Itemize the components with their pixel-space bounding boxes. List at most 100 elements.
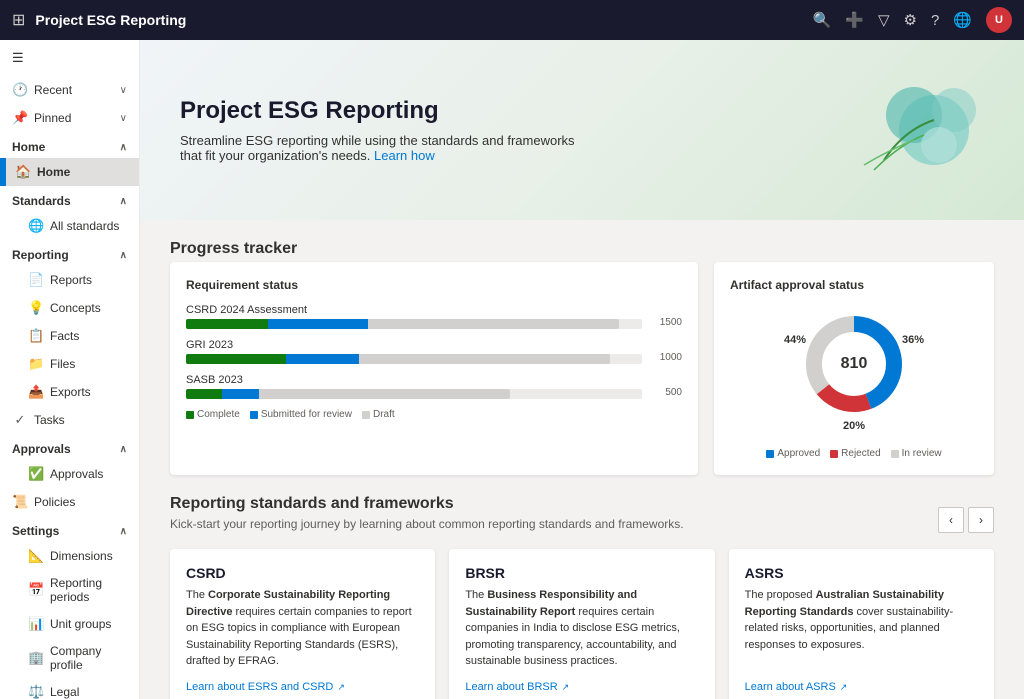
- sidebar-item-pinned[interactable]: 📌 Pinned ∨: [0, 104, 139, 132]
- donut-container: 44% 36% 20% 810: [730, 304, 978, 459]
- sidebar-label-concepts: Concepts: [50, 301, 101, 315]
- sidebar-item-reporting-periods[interactable]: 📅 Reporting periods: [0, 570, 139, 610]
- sidebar-group-reporting[interactable]: Reporting ∧: [0, 240, 139, 266]
- sidebar-item-company-profile[interactable]: 🏢 Company profile: [0, 638, 139, 678]
- next-arrow[interactable]: ›: [968, 507, 994, 533]
- std-card-link-csrd[interactable]: Learn about ESRS and CSRD ↗: [186, 681, 419, 693]
- bar-gri: [186, 354, 642, 364]
- sidebar-label-reporting-periods: Reporting periods: [50, 576, 127, 604]
- chevron-icon: ∧: [120, 196, 127, 207]
- legend-label-submitted: Submitted for review: [261, 409, 352, 420]
- standards-section-title: Reporting standards and frameworks: [170, 495, 684, 513]
- sidebar-label-files: Files: [50, 357, 75, 371]
- tasks-icon: ✓: [12, 412, 28, 428]
- sidebar-item-dimensions[interactable]: 📐 Dimensions: [0, 542, 139, 570]
- sidebar-item-unit-groups[interactable]: 📊 Unit groups: [0, 610, 139, 638]
- donut-center-value: 810: [841, 355, 868, 372]
- sidebar-item-reports[interactable]: 📄 Reports: [0, 266, 139, 294]
- std-card-body-asrs: The proposed Australian Sustainability R…: [745, 587, 978, 671]
- dimensions-icon: 📐: [28, 548, 44, 564]
- bar-count-sasb: 500: [665, 387, 682, 398]
- sidebar-group-settings[interactable]: Settings ∧: [0, 516, 139, 542]
- search-icon[interactable]: 🔍: [813, 11, 832, 29]
- sidebar-item-all-standards[interactable]: 🌐 All standards: [0, 212, 139, 240]
- globe-icon[interactable]: 🌐: [953, 11, 972, 29]
- sidebar-group-home[interactable]: Home ∧: [0, 132, 139, 158]
- pin-icon: 📌: [12, 110, 28, 126]
- files-icon: 📁: [28, 356, 44, 372]
- hamburger-button[interactable]: ☰: [0, 40, 139, 76]
- sidebar-label-tasks: Tasks: [34, 413, 65, 427]
- sidebar-label-legal: Legal: [50, 685, 79, 699]
- legend-label-complete: Complete: [197, 409, 240, 420]
- sidebar-item-facts[interactable]: 📋 Facts: [0, 322, 139, 350]
- app-title: Project ESG Reporting: [35, 12, 802, 28]
- std-card-title-asrs: ASRS: [745, 565, 978, 581]
- topbar-icons: 🔍 ➕ ▽ ⚙ ? 🌐 U: [813, 7, 1012, 33]
- hero-learn-link[interactable]: Learn how: [374, 148, 435, 163]
- bar-count-gri: 1000: [660, 352, 682, 363]
- legend-label-draft: Draft: [373, 409, 395, 420]
- reporting-standards-section: Reporting standards and frameworks Kick-…: [170, 495, 994, 699]
- grid-icon[interactable]: ⊞: [12, 10, 25, 30]
- legend-complete: Complete: [186, 409, 240, 420]
- settings-icon[interactable]: ⚙: [904, 11, 917, 29]
- concepts-icon: 💡: [28, 300, 44, 316]
- unit-groups-icon: 📊: [28, 616, 44, 632]
- std-card-link-brsr[interactable]: Learn about BRSR ↗: [465, 681, 698, 693]
- add-icon[interactable]: ➕: [845, 11, 864, 29]
- sidebar-item-policies[interactable]: 📜 Policies: [0, 488, 139, 516]
- sidebar-item-files[interactable]: 📁 Files: [0, 350, 139, 378]
- help-icon[interactable]: ?: [931, 12, 939, 29]
- std-card-title-brsr: BRSR: [465, 565, 698, 581]
- sidebar-item-concepts[interactable]: 💡 Concepts: [0, 294, 139, 322]
- artifact-approval-card: Artifact approval status 44% 36% 20%: [714, 262, 994, 475]
- main-content: Project ESG Reporting Streamline ESG rep…: [140, 40, 1024, 699]
- group-label-approvals: Approvals: [12, 442, 71, 456]
- std-card-brsr: BRSR The Business Responsibility and Sus…: [449, 549, 714, 699]
- sidebar-group-approvals[interactable]: Approvals ∧: [0, 434, 139, 460]
- bar-submitted-sasb: [222, 389, 258, 399]
- legend-dot-rejected: [830, 450, 838, 458]
- progress-cards: Requirement status CSRD 2024 Assessment: [170, 262, 994, 475]
- external-link-icon: ↗: [562, 682, 570, 693]
- hero-text: Project ESG Reporting Streamline ESG rep…: [180, 97, 580, 163]
- reports-icon: 📄: [28, 272, 44, 288]
- sidebar-item-home[interactable]: 🏠 Home: [0, 158, 139, 186]
- sidebar-label-company-profile: Company profile: [50, 644, 127, 672]
- legend-rejected: Rejected: [830, 448, 880, 459]
- bar-draft-sasb: [259, 389, 510, 399]
- sidebar-item-recent[interactable]: 🕐 Recent ∨: [0, 76, 139, 104]
- sidebar-item-approvals[interactable]: ✅ Approvals: [0, 460, 139, 488]
- standards-header: Reporting standards and frameworks Kick-…: [170, 495, 994, 545]
- group-label-settings: Settings: [12, 524, 59, 538]
- sidebar-label-facts: Facts: [50, 329, 79, 343]
- facts-icon: 📋: [28, 328, 44, 344]
- sidebar-label-all-standards: All standards: [50, 219, 119, 233]
- std-card-body-csrd: The Corporate Sustainability Reporting D…: [186, 587, 419, 671]
- legend-label-in-review: In review: [902, 448, 942, 459]
- prev-arrow[interactable]: ‹: [938, 507, 964, 533]
- external-link-icon: ↗: [840, 682, 848, 693]
- legend-label-approved: Approved: [777, 448, 820, 459]
- avatar[interactable]: U: [986, 7, 1012, 33]
- group-label-reporting: Reporting: [12, 248, 69, 262]
- filter-icon[interactable]: ▽: [878, 11, 890, 29]
- chevron-icon: ∧: [120, 250, 127, 261]
- pct-label-approved: 44%: [784, 334, 806, 346]
- std-card-link-asrs[interactable]: Learn about ASRS ↗: [745, 681, 978, 693]
- std-card-asrs: ASRS The proposed Australian Sustainabil…: [729, 549, 994, 699]
- nav-arrows: ‹ ›: [938, 507, 994, 533]
- bar-row-csrd: CSRD 2024 Assessment 1500: [186, 304, 682, 329]
- sidebar-item-tasks[interactable]: ✓ Tasks: [0, 406, 139, 434]
- bar-legend: Complete Submitted for review Draft: [186, 409, 682, 420]
- sidebar-group-standards[interactable]: Standards ∧: [0, 186, 139, 212]
- chevron-icon: ∨: [120, 113, 127, 124]
- std-card-csrd: CSRD The Corporate Sustainability Report…: [170, 549, 435, 699]
- hero-svg: [804, 70, 984, 190]
- sidebar-item-legal[interactable]: ⚖️ Legal: [0, 678, 139, 699]
- sidebar-item-exports[interactable]: 📤 Exports: [0, 378, 139, 406]
- bar-row-gri: GRI 2023 1000: [186, 339, 682, 364]
- bar-draft-csrd: [368, 319, 619, 329]
- req-status-title: Requirement status: [186, 278, 682, 292]
